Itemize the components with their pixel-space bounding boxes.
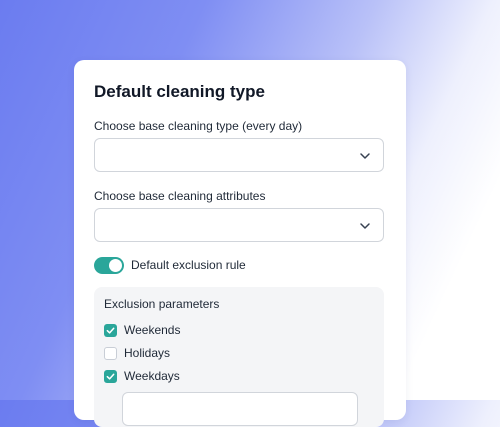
attributes-select[interactable] bbox=[94, 208, 384, 242]
exclusion-toggle-label: Default exclusion rule bbox=[131, 258, 246, 272]
checkbox-unchecked[interactable] bbox=[104, 346, 117, 360]
base-type-select[interactable] bbox=[94, 138, 384, 172]
checkbox-label: Holidays bbox=[124, 346, 171, 360]
checkbox-checked[interactable] bbox=[104, 369, 117, 383]
checkbox-label: Weekdays bbox=[124, 369, 180, 383]
checkbox-label: Weekends bbox=[124, 323, 181, 337]
exclusion-parameters-panel: Exclusion parameters Weekends Holidays W… bbox=[94, 287, 384, 427]
exclusion-toggle-row: Default exclusion rule bbox=[94, 256, 246, 274]
exclusion-rule-toggle[interactable] bbox=[94, 256, 124, 274]
checkbox-checked[interactable] bbox=[104, 323, 117, 337]
checkbox-weekends[interactable]: Weekends bbox=[104, 323, 180, 337]
cleaning-type-card: Default cleaning type Choose base cleani… bbox=[74, 60, 406, 427]
weekdays-select-field[interactable] bbox=[122, 392, 358, 426]
attributes-label: Choose base cleaning attributes bbox=[94, 189, 266, 203]
check-icon bbox=[106, 327, 115, 334]
check-icon bbox=[106, 373, 115, 380]
chevron-down-icon bbox=[360, 223, 370, 229]
checkbox-holidays[interactable]: Holidays bbox=[104, 346, 170, 360]
exclusion-panel-title: Exclusion parameters bbox=[104, 297, 220, 311]
chevron-down-icon bbox=[360, 153, 370, 159]
checkbox-weekdays[interactable]: Weekdays bbox=[104, 369, 180, 383]
card-title: Default cleaning type bbox=[94, 82, 265, 101]
base-type-label: Choose base cleaning type (every day) bbox=[94, 119, 303, 133]
toggle-knob bbox=[109, 258, 122, 272]
